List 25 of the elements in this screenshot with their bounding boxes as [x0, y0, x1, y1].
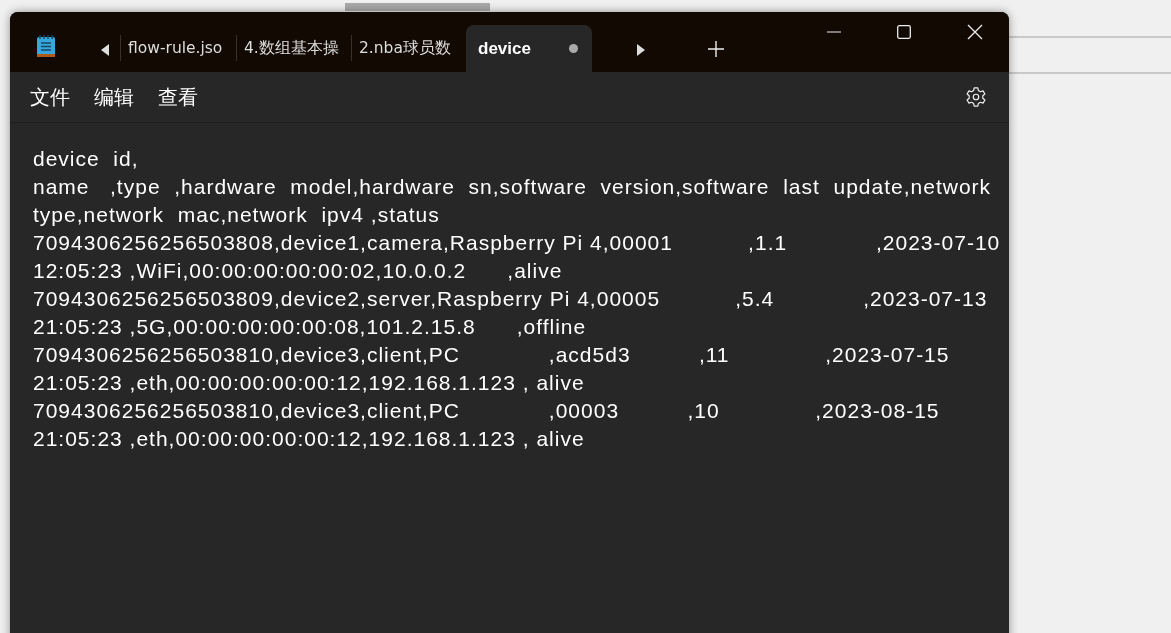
- notepad-icon: [36, 34, 56, 58]
- new-tab-icon[interactable]: [708, 41, 724, 57]
- settings-icon[interactable]: [965, 86, 987, 108]
- text-line: 7094306256256503808,device1,camera,Raspberry Pi 4,00001 ,1.1 ,2023-07-10: [33, 230, 1002, 256]
- file-tab[interactable]: device: [466, 25, 592, 72]
- menu-item[interactable]: 查看: [158, 79, 198, 115]
- file-tab[interactable]: flow-rule.jso: [120, 35, 236, 61]
- text-line: 12:05:23 ,WiFi,00:00:00:00:00:02,10.0.0.2 ,alive: [33, 258, 564, 284]
- text-line: 21:05:23 ,5G,00:00:00:00:00:08,101.2.15.8 ,offline: [33, 314, 588, 340]
- text-line: 21:05:23 ,eth,00:00:00:00:00:12,192.168.1.123 , alive: [33, 370, 586, 396]
- scroll-right-icon[interactable]: [636, 43, 646, 57]
- menu-item[interactable]: 编辑: [94, 79, 134, 115]
- scrollbar-thumb[interactable]: [345, 3, 490, 11]
- maximize-icon[interactable]: [897, 25, 911, 39]
- text-line: name ,type ,hardware model,hardware sn,software version,software last update,network: [33, 174, 993, 200]
- close-icon[interactable]: [967, 24, 983, 40]
- file-tab[interactable]: 4.数组基本操: [236, 35, 351, 61]
- text-line: type,network mac,network ipv4 ,status: [33, 202, 441, 228]
- text-line: 21:05:23 ,eth,00:00:00:00:00:12,192.168.1.123 , alive: [33, 426, 586, 452]
- text-line: 7094306256256503810,device3,client,PC ,acd5d3 ,11 ,2023-07-15: [33, 342, 951, 368]
- text-line: 7094306256256503809,device2,server,Raspberry Pi 4,00005 ,5.4 ,2023-07-13: [33, 286, 989, 312]
- menu-item[interactable]: 文件: [30, 79, 70, 115]
- text-line: 7094306256256503810,device3,client,PC ,00003 ,10 ,2023-08-15: [33, 398, 941, 424]
- text-line: device id,: [33, 146, 140, 172]
- scroll-left-icon[interactable]: [100, 43, 110, 57]
